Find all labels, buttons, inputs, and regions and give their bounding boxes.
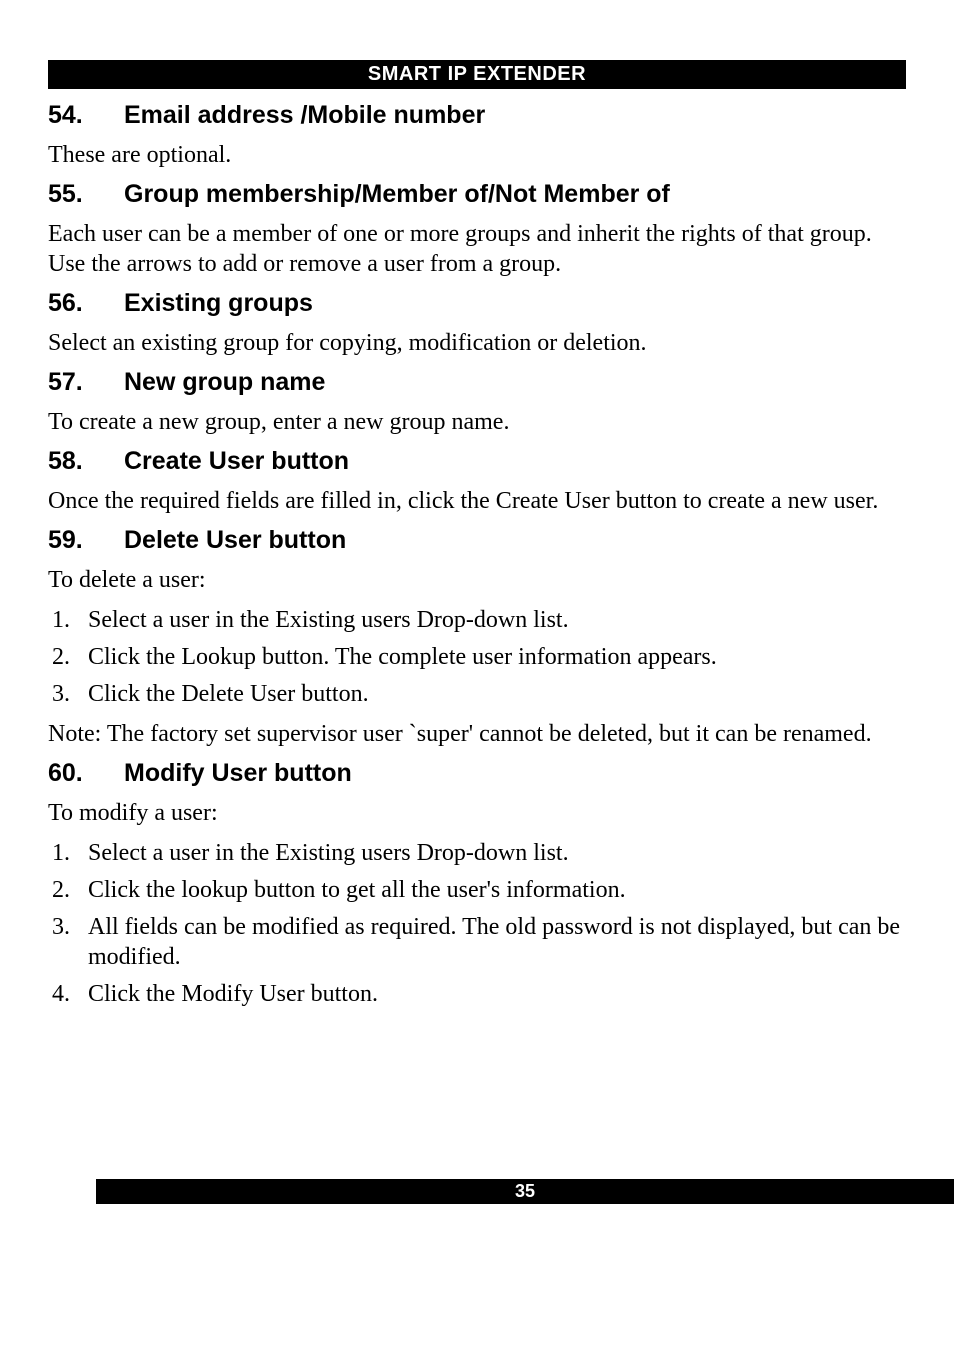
list-item: 4.Click the Modify User button. [48, 979, 906, 1009]
body-paragraph: To modify a user: [48, 798, 906, 828]
list-item: 2.Click the lookup button to get all the… [48, 875, 906, 905]
list-item-marker: 2. [52, 642, 88, 672]
section-heading: 57.New group name [48, 368, 906, 397]
list-item: 1.Select a user in the Existing users Dr… [48, 605, 906, 635]
list-item-marker: 3. [52, 912, 88, 972]
section-number: 54. [48, 101, 124, 130]
list-item-text: Click the Modify User button. [88, 979, 906, 1009]
section-title: Delete User button [124, 526, 346, 555]
body-paragraph: Each user can be a member of one or more… [48, 219, 906, 279]
section-heading: 56.Existing groups [48, 289, 906, 318]
section-number: 57. [48, 368, 124, 397]
section-number: 60. [48, 759, 124, 788]
list-item-text: Select a user in the Existing users Drop… [88, 605, 906, 635]
list-item-text: Select a user in the Existing users Drop… [88, 838, 906, 868]
list-item-marker: 1. [52, 838, 88, 868]
body-paragraph: To create a new group, enter a new group… [48, 407, 906, 437]
list-item: 1.Select a user in the Existing users Dr… [48, 838, 906, 868]
section-number: 55. [48, 180, 124, 209]
section-title: Create User button [124, 447, 349, 476]
list-item-marker: 4. [52, 979, 88, 1009]
section-heading: 59.Delete User button [48, 526, 906, 555]
page-footer: 35 [96, 1179, 954, 1204]
section-title: Group membership/Member of/Not Member of [124, 180, 670, 209]
list-item-marker: 3. [52, 679, 88, 709]
section-heading: 55.Group membership/Member of/Not Member… [48, 180, 906, 209]
ordered-list: 1.Select a user in the Existing users Dr… [48, 838, 906, 1009]
section-number: 58. [48, 447, 124, 476]
list-item: 3.Click the Delete User button. [48, 679, 906, 709]
list-item-text: All fields can be modified as required. … [88, 912, 906, 972]
section-title: New group name [124, 368, 325, 397]
body-paragraph: These are optional. [48, 140, 906, 170]
list-item-text: Click the Delete User button. [88, 679, 906, 709]
page-header: SMART IP EXTENDER [48, 60, 906, 89]
body-paragraph: Once the required fields are filled in, … [48, 486, 906, 516]
section-title: Modify User button [124, 759, 352, 788]
list-item: 2.Click the Lookup button. The complete … [48, 642, 906, 672]
document-page: SMART IP EXTENDER 54.Email address /Mobi… [48, 60, 906, 1304]
list-item-text: Click the Lookup button. The complete us… [88, 642, 906, 672]
body-paragraph: Note: The factory set supervisor user `s… [48, 719, 906, 749]
section-number: 56. [48, 289, 124, 318]
list-item-marker: 1. [52, 605, 88, 635]
list-item: 3.All fields can be modified as required… [48, 912, 906, 972]
ordered-list: 1.Select a user in the Existing users Dr… [48, 605, 906, 709]
list-item-text: Click the lookup button to get all the u… [88, 875, 906, 905]
section-heading: 58.Create User button [48, 447, 906, 476]
section-heading: 54.Email address /Mobile number [48, 101, 906, 130]
section-heading: 60.Modify User button [48, 759, 906, 788]
section-number: 59. [48, 526, 124, 555]
body-paragraph: To delete a user: [48, 565, 906, 595]
list-item-marker: 2. [52, 875, 88, 905]
section-title: Email address /Mobile number [124, 101, 485, 130]
section-title: Existing groups [124, 289, 313, 318]
content-area: 54.Email address /Mobile number These are… [48, 101, 906, 1009]
body-paragraph: Select an existing group for copying, mo… [48, 328, 906, 358]
